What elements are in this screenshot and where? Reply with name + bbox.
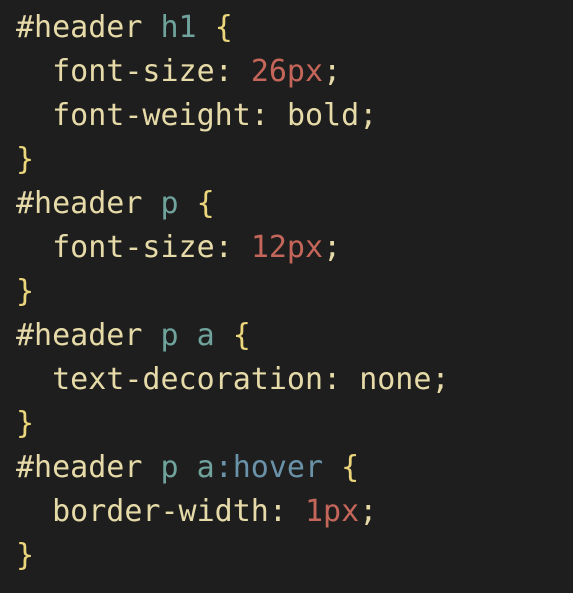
- brace: {: [214, 10, 233, 45]
- brace: }: [16, 406, 35, 441]
- code-line: text-decoration: none;: [16, 358, 573, 402]
- css-selector-element: p: [160, 450, 179, 485]
- semicolon: ;: [359, 98, 378, 133]
- css-property-name: font-size: [52, 54, 215, 89]
- code-line: font-weight: bold;: [16, 94, 573, 138]
- css-selector-element: p: [160, 186, 179, 221]
- semicolon: ;: [359, 494, 378, 529]
- css-number-value: 1px: [305, 494, 360, 529]
- css-selector-id: #header: [16, 318, 143, 353]
- colon: :: [250, 98, 287, 133]
- css-pseudo-class: :hover: [214, 450, 324, 485]
- css-property-name: font-weight: [52, 98, 251, 133]
- css-selector-id: #header: [16, 10, 143, 45]
- code-line: }: [16, 402, 573, 446]
- code-line: font-size: 12px;: [16, 226, 573, 270]
- semicolon: ;: [323, 230, 342, 265]
- code-line: }: [16, 270, 573, 314]
- colon: :: [323, 362, 360, 397]
- brace: {: [196, 186, 215, 221]
- code-line: #header p a {: [16, 314, 573, 358]
- brace: }: [16, 142, 35, 177]
- css-keyword-value: bold: [286, 98, 360, 133]
- css-property-name: font-size: [52, 230, 215, 265]
- code-editor[interactable]: #header h1 { font-size: 26px; font-weigh…: [0, 0, 573, 593]
- css-selector-id: #header: [16, 450, 143, 485]
- code-line: #header h1 {: [16, 6, 573, 50]
- css-property-name: text-decoration: [52, 362, 324, 397]
- css-keyword-value: none: [359, 362, 432, 397]
- code-line: #header p a:hover {: [16, 446, 573, 490]
- colon: :: [214, 54, 251, 89]
- code-line: }: [16, 534, 573, 578]
- css-number-value: 12px: [250, 230, 324, 265]
- code-line: font-size: 26px;: [16, 50, 573, 94]
- css-selector-element: a: [196, 318, 215, 353]
- css-selector-element: h1: [160, 10, 197, 45]
- brace: {: [232, 318, 251, 353]
- code-line: border-width: 1px;: [16, 490, 573, 534]
- css-selector-element: a: [196, 450, 215, 485]
- colon: :: [214, 230, 251, 265]
- semicolon: ;: [431, 362, 450, 397]
- css-selector-element: p: [160, 318, 179, 353]
- css-property-name: border-width: [52, 494, 269, 529]
- colon: :: [268, 494, 305, 529]
- brace: }: [16, 538, 35, 573]
- semicolon: ;: [323, 54, 342, 89]
- brace: }: [16, 274, 35, 309]
- css-number-value: 26px: [250, 54, 324, 89]
- code-line: #header p {: [16, 182, 573, 226]
- code-line: }: [16, 138, 573, 182]
- brace: {: [341, 450, 360, 485]
- css-selector-id: #header: [16, 186, 143, 221]
